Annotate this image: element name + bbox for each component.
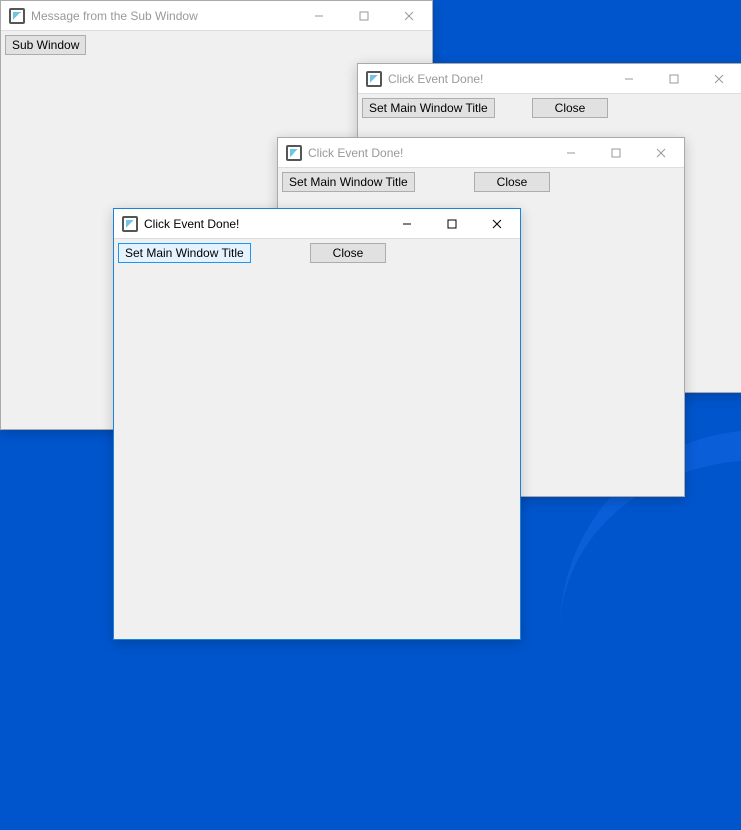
maximize-icon [447, 219, 457, 229]
sub-window-c-active: Click Event Done! Set Main Window Title … [113, 208, 521, 640]
close-button[interactable]: Close [474, 172, 550, 192]
minimize-icon [402, 219, 412, 229]
close-window-button[interactable] [638, 138, 684, 167]
minimize-icon [566, 148, 576, 158]
maximize-button[interactable] [429, 209, 474, 238]
set-main-window-title-button[interactable]: Set Main Window Title [362, 98, 495, 118]
close-window-button[interactable] [386, 1, 432, 30]
close-window-button[interactable] [696, 64, 741, 93]
titlebar-main[interactable]: Message from the Sub Window [1, 1, 432, 31]
titlebar-sub-b[interactable]: Click Event Done! [278, 138, 684, 168]
maximize-button[interactable] [341, 1, 386, 30]
close-window-button[interactable] [474, 209, 520, 238]
maximize-button[interactable] [593, 138, 638, 167]
sub-window-c-body: Set Main Window Title Close [114, 239, 520, 639]
minimize-button[interactable] [548, 138, 593, 167]
window-title: Click Event Done! [388, 72, 483, 86]
app-icon [366, 71, 382, 87]
window-controls [606, 64, 741, 93]
maximize-icon [669, 74, 679, 84]
set-main-window-title-button[interactable]: Set Main Window Title [282, 172, 415, 192]
maximize-button[interactable] [651, 64, 696, 93]
app-icon [9, 8, 25, 24]
close-button[interactable]: Close [310, 243, 386, 263]
app-icon [286, 145, 302, 161]
minimize-icon [624, 74, 634, 84]
close-icon [492, 219, 502, 229]
window-title: Message from the Sub Window [31, 9, 198, 23]
minimize-icon [314, 11, 324, 21]
set-main-window-title-button[interactable]: Set Main Window Title [118, 243, 251, 263]
maximize-icon [611, 148, 621, 158]
titlebar-sub-a[interactable]: Click Event Done! [358, 64, 741, 94]
maximize-icon [359, 11, 369, 21]
window-title: Click Event Done! [144, 217, 239, 231]
app-icon [122, 216, 138, 232]
window-title: Click Event Done! [308, 146, 403, 160]
window-controls [548, 138, 684, 167]
sub-window-button[interactable]: Sub Window [5, 35, 86, 55]
close-button[interactable]: Close [532, 98, 608, 118]
minimize-button[interactable] [384, 209, 429, 238]
titlebar-sub-c[interactable]: Click Event Done! [114, 209, 520, 239]
close-icon [656, 148, 666, 158]
minimize-button[interactable] [296, 1, 341, 30]
window-controls [384, 209, 520, 238]
window-controls [296, 1, 432, 30]
close-icon [714, 74, 724, 84]
close-icon [404, 11, 414, 21]
minimize-button[interactable] [606, 64, 651, 93]
